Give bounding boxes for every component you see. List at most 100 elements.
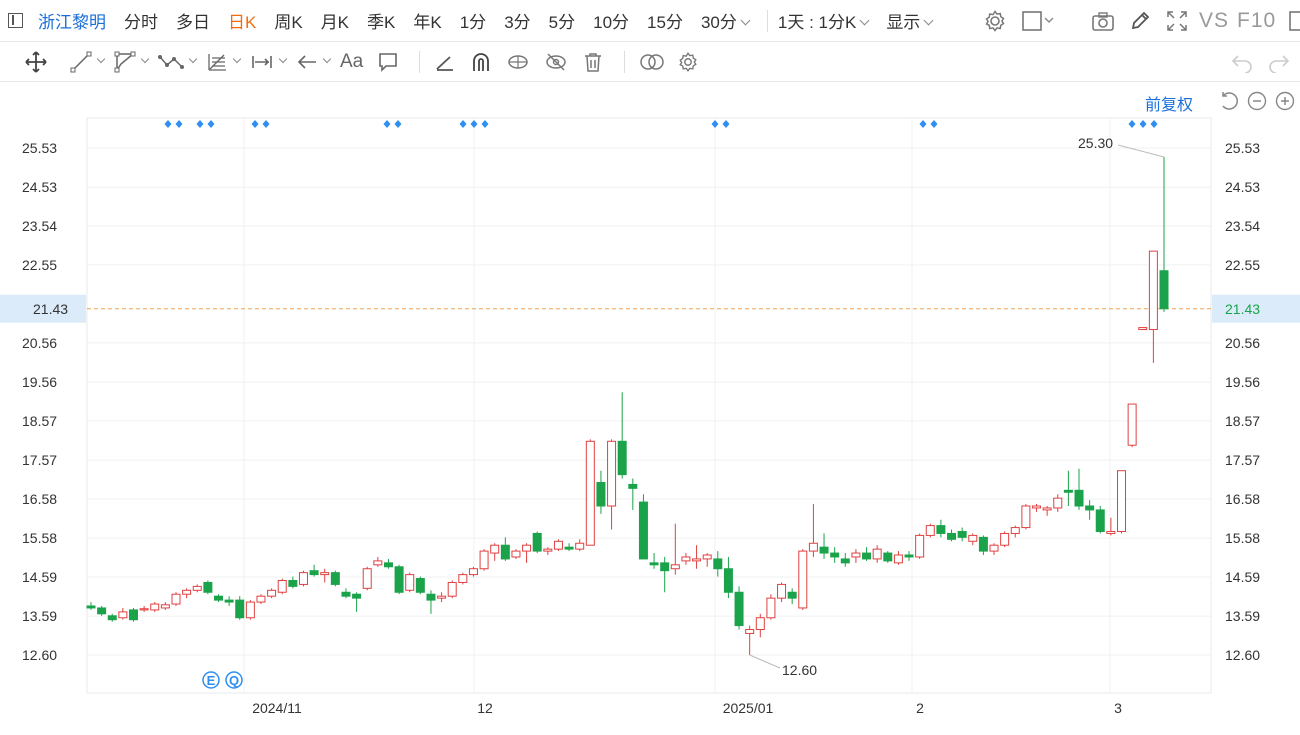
period-tab-1[interactable]: 多日 xyxy=(176,8,210,33)
candle xyxy=(915,533,925,559)
overlay-compare-icon[interactable] xyxy=(639,51,665,73)
period-tab-2[interactable]: 日K xyxy=(228,8,256,33)
trash-icon[interactable] xyxy=(582,51,604,73)
pencil-icon[interactable] xyxy=(1129,10,1151,32)
line-tool-icon[interactable] xyxy=(70,51,106,73)
period-tab-5[interactable]: 季K xyxy=(367,8,395,33)
text-tool-icon[interactable]: Aa xyxy=(340,51,363,73)
period-tab-7[interactable]: 1分 xyxy=(460,8,486,33)
measure-tool-icon[interactable] xyxy=(250,51,288,73)
display-menu[interactable]: 显示 xyxy=(886,8,932,33)
toolbar-divider xyxy=(624,50,626,73)
candle xyxy=(288,576,298,589)
sidebar-toggle-icon[interactable] xyxy=(1288,10,1300,32)
period-tab-0[interactable]: 分时 xyxy=(124,8,158,33)
price-tag-left xyxy=(0,294,86,323)
redo-icon[interactable] xyxy=(1267,51,1291,73)
arrow-tool-icon[interactable] xyxy=(296,51,332,73)
period-tab-12[interactable]: 30分 xyxy=(701,8,749,33)
period-tab-11[interactable]: 15分 xyxy=(647,8,683,33)
candle xyxy=(660,556,670,593)
candle xyxy=(734,586,744,630)
period-tab-10[interactable]: 10分 xyxy=(593,8,629,33)
period-tabs: 分时 多日 日K 周K 月K 季K 年K 1分 3分 5分 10分 15分 30分 xyxy=(124,8,767,33)
candle xyxy=(1021,504,1031,530)
y-tick-label: 19.56 xyxy=(1225,374,1260,390)
hide-drawing-icon[interactable] xyxy=(544,51,568,73)
candle xyxy=(415,576,425,595)
zoom-out-icon[interactable] xyxy=(1246,90,1268,112)
f10-button[interactable]: F10 xyxy=(1237,9,1276,33)
period-tab-6[interactable]: 年K xyxy=(413,8,441,33)
event-marker-icon xyxy=(459,120,467,128)
move-tool-icon[interactable] xyxy=(24,50,48,74)
wave-tool-icon[interactable] xyxy=(158,51,198,73)
panel-toggle-icon[interactable] xyxy=(8,13,23,28)
fib-tool-icon[interactable] xyxy=(206,51,242,73)
event-marker-icon xyxy=(711,120,719,128)
zoom-in-icon[interactable] xyxy=(1274,90,1296,112)
candle-body xyxy=(426,593,436,601)
candle-body xyxy=(872,548,882,560)
candle-body xyxy=(1106,530,1116,534)
high-label-leader xyxy=(1117,144,1165,158)
candle xyxy=(437,592,447,603)
vs-button[interactable]: VS xyxy=(1199,9,1229,33)
candle xyxy=(830,547,840,563)
toolbar-divider xyxy=(766,9,768,32)
event-marker-icon xyxy=(196,120,204,128)
period-tab-8[interactable]: 3分 xyxy=(504,8,530,33)
ray-tool-icon[interactable] xyxy=(434,51,456,73)
candle xyxy=(468,566,478,577)
candle xyxy=(617,392,627,479)
lock-drawing-icon[interactable] xyxy=(506,51,530,73)
candle xyxy=(553,539,563,552)
candle xyxy=(968,533,978,546)
candle xyxy=(320,568,330,583)
candle xyxy=(522,543,532,563)
candle xyxy=(575,539,585,552)
undo-icon[interactable] xyxy=(1230,51,1254,73)
candle xyxy=(1106,517,1116,536)
event-marker-icon xyxy=(722,120,730,128)
candle-body xyxy=(437,595,447,599)
candle-body xyxy=(564,546,574,550)
candle-body xyxy=(808,542,818,552)
candle xyxy=(883,551,893,563)
draw-settings-icon[interactable] xyxy=(677,51,699,73)
top-right-icons: VS F10 xyxy=(983,0,1300,42)
stock-name[interactable]: 浙江黎明 xyxy=(38,8,106,33)
adjust-mode-button[interactable]: 前复权 xyxy=(1145,91,1193,115)
candle xyxy=(872,545,882,563)
reset-icon[interactable] xyxy=(1218,90,1240,112)
fullscreen-icon[interactable] xyxy=(1165,9,1189,33)
camera-icon[interactable] xyxy=(1091,10,1115,32)
candle-body xyxy=(957,530,967,538)
period-tab-3[interactable]: 周K xyxy=(274,8,302,33)
candle xyxy=(203,580,213,595)
candlestick-chart[interactable]: 21.43 21.43 25.53 25.53 24.53 24.53 23.54 23.5… xyxy=(0,0,1300,735)
candle xyxy=(893,551,903,565)
candle-body xyxy=(734,591,744,627)
combo-period-select[interactable]: 1天 : 1分K xyxy=(778,8,868,33)
y-tick-label: 12.60 xyxy=(1225,647,1260,663)
period-tab-4[interactable]: 月K xyxy=(321,8,349,33)
x-axis-labels: 2024/11 12 2025/01 2 3 xyxy=(252,700,1122,716)
x-tick-label: 12 xyxy=(477,700,493,716)
candle xyxy=(787,588,797,605)
candle xyxy=(362,566,372,591)
settings-icon[interactable] xyxy=(983,9,1007,33)
candle-body xyxy=(925,525,935,536)
polygon-tool-icon[interactable] xyxy=(114,51,150,73)
candle-body xyxy=(128,609,138,621)
period-tab-9[interactable]: 5分 xyxy=(549,8,575,33)
candle-body xyxy=(904,554,914,558)
candle-body xyxy=(840,558,850,564)
candle-body xyxy=(723,568,733,593)
comment-tool-icon[interactable] xyxy=(377,51,399,73)
candle xyxy=(118,607,128,620)
candle-body xyxy=(628,483,638,489)
magnet-icon[interactable] xyxy=(470,51,492,73)
chart-style-icon[interactable] xyxy=(1021,10,1055,32)
candle-body xyxy=(267,589,277,597)
